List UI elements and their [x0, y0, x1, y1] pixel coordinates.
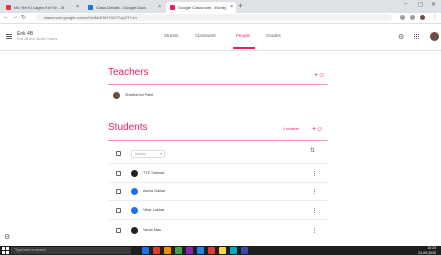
- more-options-icon[interactable]: [314, 171, 316, 177]
- more-options-icon[interactable]: [314, 228, 316, 234]
- row-divider: [108, 163, 328, 164]
- forward-icon[interactable]: →: [12, 14, 18, 20]
- student-checkbox[interactable]: [116, 189, 121, 194]
- extension-icon[interactable]: [410, 15, 415, 20]
- invite-teacher-icon[interactable]: +☺: [314, 72, 325, 79]
- maximize-icon[interactable]: ▢: [418, 1, 424, 8]
- browser-tab-title: Class Details - Google Docs: [96, 5, 147, 10]
- url-input[interactable]: classroom.google.com/u/0/c/MzE5NTI0OTUyO…: [36, 14, 392, 21]
- browser-tab-1[interactable]: Mo Teri Ki Lagen Kiri Sir - Jit ×: [2, 2, 82, 13]
- tab-classwork[interactable]: Classwork: [195, 33, 216, 38]
- student-name[interactable]: Vikar Lakhar: [143, 208, 164, 212]
- taskbar-app-icon[interactable]: [142, 247, 149, 254]
- taskbar-app-icon[interactable]: [153, 247, 160, 254]
- back-icon[interactable]: ←: [3, 14, 9, 20]
- student-count: 4 students: [283, 127, 300, 131]
- tab-favicon-icon: [170, 5, 175, 10]
- browser-tab-2[interactable]: Class Details - Google Docs ×: [84, 2, 164, 13]
- row-divider: [108, 182, 328, 183]
- teacher-avatar: [113, 92, 120, 99]
- student-name[interactable]: TTE Sabnad: [143, 171, 164, 175]
- student-checkbox[interactable]: [116, 208, 121, 213]
- sort-az-icon[interactable]: ⇅: [310, 147, 315, 154]
- student-avatar: [131, 188, 138, 195]
- class-subtitle: Enk 4B and Studio Teams: [17, 37, 58, 41]
- new-tab-button[interactable]: +: [238, 1, 243, 10]
- students-heading: Students: [108, 122, 148, 133]
- taskbar-app-icon[interactable]: [230, 247, 237, 254]
- browser-tab-title: Mo Teri Ki Lagen Kiri Sir - Jit: [14, 5, 65, 10]
- address-bar-row: ← → ↻ classroom.google.com/u/0/c/MzE5NTI…: [0, 13, 441, 24]
- selected-tab-indicator: [233, 47, 255, 49]
- more-options-icon[interactable]: [314, 189, 316, 195]
- taskbar-app-icon[interactable]: [186, 247, 193, 254]
- browser-tab-strip: Mo Teri Ki Lagen Kiri Sir - Jit × Class …: [0, 0, 441, 13]
- taskbar-app-icon[interactable]: [175, 247, 182, 254]
- close-window-icon[interactable]: ✕: [431, 1, 436, 8]
- profile-avatar-icon[interactable]: [420, 15, 425, 20]
- browser-tab-3[interactable]: Google Classroom - Ekmbj ×: [166, 2, 236, 13]
- reload-icon[interactable]: ↻: [21, 14, 26, 21]
- tab-favicon-icon: [6, 5, 11, 10]
- help-settings-icon[interactable]: ⚙: [4, 233, 10, 241]
- close-tab-icon[interactable]: ×: [158, 2, 161, 13]
- select-all-checkbox[interactable]: [116, 151, 121, 156]
- browser-tab-title: Google Classroom - Ekmbj: [178, 5, 226, 10]
- chevron-down-icon: ▾: [160, 152, 162, 156]
- student-avatar: [131, 207, 138, 214]
- clock-date: 24-09-2020: [418, 250, 436, 255]
- taskbar-clock[interactable]: 10:24 24-09-2020: [400, 246, 436, 255]
- actions-dropdown[interactable]: Actions ▾: [131, 150, 165, 158]
- student-checkbox[interactable]: [116, 171, 121, 176]
- apps-grid-icon[interactable]: [414, 34, 420, 40]
- classroom-header: Enk 4B Enk 4B and Studio Teams Stream Cl…: [0, 24, 441, 51]
- taskbar-app-icon[interactable]: [208, 247, 215, 254]
- row-divider: [108, 200, 328, 201]
- tab-stream[interactable]: Stream: [164, 33, 179, 38]
- actions-label: Actions: [135, 152, 146, 156]
- windows-taskbar: Type here to search 10:24 24-09-2020: [0, 246, 441, 255]
- teachers-heading: Teachers: [108, 67, 149, 78]
- extension-icon[interactable]: [400, 15, 405, 20]
- taskbar-search-input[interactable]: Type here to search: [11, 247, 131, 254]
- tab-favicon-icon: [88, 5, 93, 10]
- settings-gear-icon[interactable]: ⚙: [398, 33, 404, 41]
- taskbar-app-icon[interactable]: [197, 247, 204, 254]
- teacher-name: Shaileshmi Patel: [125, 93, 154, 97]
- tab-people[interactable]: People: [236, 33, 250, 38]
- taskbar-app-icon[interactable]: [241, 247, 248, 254]
- row-divider: [108, 219, 328, 220]
- windows-start-icon[interactable]: [2, 247, 9, 254]
- browser-menu-icon[interactable]: ⋮: [432, 14, 438, 21]
- taskbar-app-icon[interactable]: [219, 247, 226, 254]
- more-options-icon[interactable]: [314, 208, 316, 214]
- teachers-divider: [108, 84, 328, 85]
- student-avatar: [131, 227, 138, 234]
- invite-student-icon[interactable]: +☺: [312, 126, 323, 133]
- student-name[interactable]: Aarna Gaikar: [143, 189, 165, 193]
- student-avatar: [131, 170, 138, 177]
- student-checkbox[interactable]: [116, 228, 121, 233]
- student-name[interactable]: Vanta Mas: [143, 228, 161, 232]
- close-tab-icon[interactable]: ×: [230, 2, 233, 13]
- taskbar-app-icon[interactable]: [164, 247, 171, 254]
- tab-grades[interactable]: Grades: [266, 33, 281, 38]
- students-divider: [108, 140, 328, 141]
- hamburger-icon[interactable]: [6, 34, 12, 39]
- minimize-icon[interactable]: –: [404, 1, 407, 7]
- close-tab-icon[interactable]: ×: [76, 2, 79, 13]
- account-avatar[interactable]: [430, 32, 439, 41]
